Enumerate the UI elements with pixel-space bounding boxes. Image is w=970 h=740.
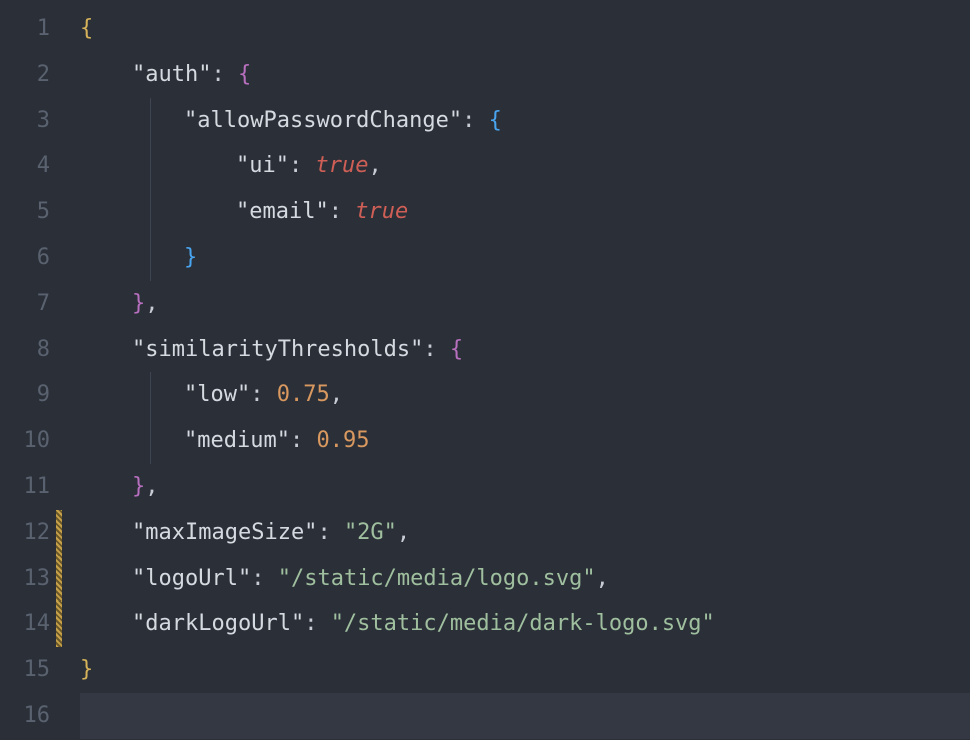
json-key: "logoUrl" — [132, 566, 251, 591]
code-area[interactable]: { "auth": { "allowPasswordChange": { "ui… — [62, 0, 970, 740]
code-line[interactable]: "similarityThresholds": { — [80, 327, 970, 373]
json-key: "maxImageSize" — [132, 520, 317, 545]
json-string: "/static/media/logo.svg" — [278, 566, 596, 591]
brace-close: } — [80, 657, 93, 682]
line-number: 16 — [0, 693, 56, 739]
line-number: 7 — [0, 281, 56, 327]
json-string: "/static/media/dark-logo.svg" — [331, 611, 715, 636]
json-key: "medium" — [184, 428, 290, 453]
colon: : — [317, 520, 330, 545]
colon: : — [289, 153, 302, 178]
line-number: 12 — [0, 510, 56, 556]
code-line[interactable]: }, — [80, 464, 970, 510]
brace-open: { — [450, 337, 463, 362]
line-number: 15 — [0, 647, 56, 693]
code-line-current[interactable] — [80, 693, 970, 739]
code-line[interactable]: "low": 0.75, — [80, 372, 970, 418]
json-string: "2G" — [344, 520, 397, 545]
line-number: 9 — [0, 372, 56, 418]
comma: , — [596, 566, 609, 591]
json-key: "email" — [236, 199, 329, 224]
brace-close: } — [132, 291, 145, 316]
line-number: 10 — [0, 418, 56, 464]
line-number-gutter: 1 2 3 4 5 6 7 8 9 10 11 12 13 14 15 16 — [0, 0, 56, 740]
brace-close: } — [132, 474, 145, 499]
colon: : — [329, 199, 342, 224]
json-key: "allowPasswordChange" — [184, 108, 462, 133]
colon: : — [304, 611, 317, 636]
json-key: "ui" — [236, 153, 289, 178]
code-line[interactable]: "maxImageSize": "2G", — [80, 510, 970, 556]
line-number: 8 — [0, 327, 56, 373]
line-number: 14 — [0, 601, 56, 647]
colon: : — [251, 566, 264, 591]
colon: : — [423, 337, 436, 362]
code-line[interactable]: { — [80, 6, 970, 52]
json-key: "similarityThresholds" — [132, 337, 423, 362]
code-line[interactable]: } — [80, 647, 970, 693]
code-line[interactable]: "allowPasswordChange": { — [80, 98, 970, 144]
line-number: 3 — [0, 98, 56, 144]
comma: , — [330, 382, 343, 407]
line-number: 5 — [0, 189, 56, 235]
colon: : — [462, 108, 475, 133]
code-line[interactable]: "auth": { — [80, 52, 970, 98]
code-line[interactable]: "ui": true, — [80, 143, 970, 189]
comma: , — [397, 520, 410, 545]
code-line[interactable]: "darkLogoUrl": "/static/media/dark-logo.… — [80, 601, 970, 647]
line-number: 4 — [0, 143, 56, 189]
code-editor[interactable]: 1 2 3 4 5 6 7 8 9 10 11 12 13 14 15 16 {… — [0, 0, 970, 740]
json-key: "auth" — [132, 62, 211, 87]
json-number: 0.95 — [316, 428, 369, 453]
line-number: 1 — [0, 6, 56, 52]
json-bool: true — [355, 199, 408, 224]
comma: , — [368, 153, 381, 178]
brace-close: } — [184, 245, 197, 270]
brace-open: { — [80, 16, 93, 41]
code-line[interactable]: "email": true — [80, 189, 970, 235]
json-key: "low" — [184, 382, 250, 407]
colon: : — [290, 428, 303, 453]
line-number: 2 — [0, 52, 56, 98]
comma: , — [145, 291, 158, 316]
colon: : — [250, 382, 263, 407]
code-line[interactable]: }, — [80, 281, 970, 327]
json-bool: true — [315, 153, 368, 178]
brace-open: { — [489, 108, 502, 133]
colon: : — [211, 62, 224, 87]
code-line[interactable]: "logoUrl": "/static/media/logo.svg", — [80, 556, 970, 602]
brace-open: { — [238, 62, 251, 87]
line-number: 11 — [0, 464, 56, 510]
code-line[interactable]: "medium": 0.95 — [80, 418, 970, 464]
json-number: 0.75 — [277, 382, 330, 407]
line-number: 13 — [0, 556, 56, 602]
json-key: "darkLogoUrl" — [132, 611, 304, 636]
line-number: 6 — [0, 235, 56, 281]
code-line[interactable]: } — [80, 235, 970, 281]
comma: , — [145, 474, 158, 499]
